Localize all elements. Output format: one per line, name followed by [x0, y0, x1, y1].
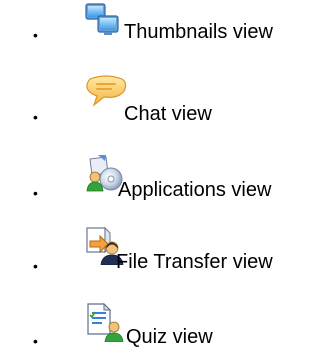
chat-icon	[86, 75, 127, 107]
list-item-chat-view[interactable]: • Chat view	[0, 66, 330, 126]
list-item-quiz-view[interactable]: • Quiz view	[0, 284, 330, 348]
bullet: •	[33, 185, 38, 201]
view-label: Applications view	[118, 179, 272, 201]
bullet: •	[33, 109, 38, 125]
list-item-thumbnails-view[interactable]: • Thumbnails view	[0, 0, 330, 60]
view-label: File Transfer view	[116, 251, 273, 273]
thumbnails-icon	[85, 3, 119, 35]
list-item-applications-view[interactable]: • Applications view	[0, 140, 330, 201]
bullet: •	[33, 333, 38, 349]
quiz-icon	[87, 302, 124, 342]
view-label: Thumbnails view	[124, 21, 273, 43]
bullet: •	[33, 258, 38, 274]
list-item-file-transfer-view[interactable]: • File Transfer view	[0, 213, 330, 273]
view-label: Quiz view	[126, 326, 213, 348]
bullet: •	[33, 27, 38, 43]
view-label: Chat view	[124, 103, 212, 125]
